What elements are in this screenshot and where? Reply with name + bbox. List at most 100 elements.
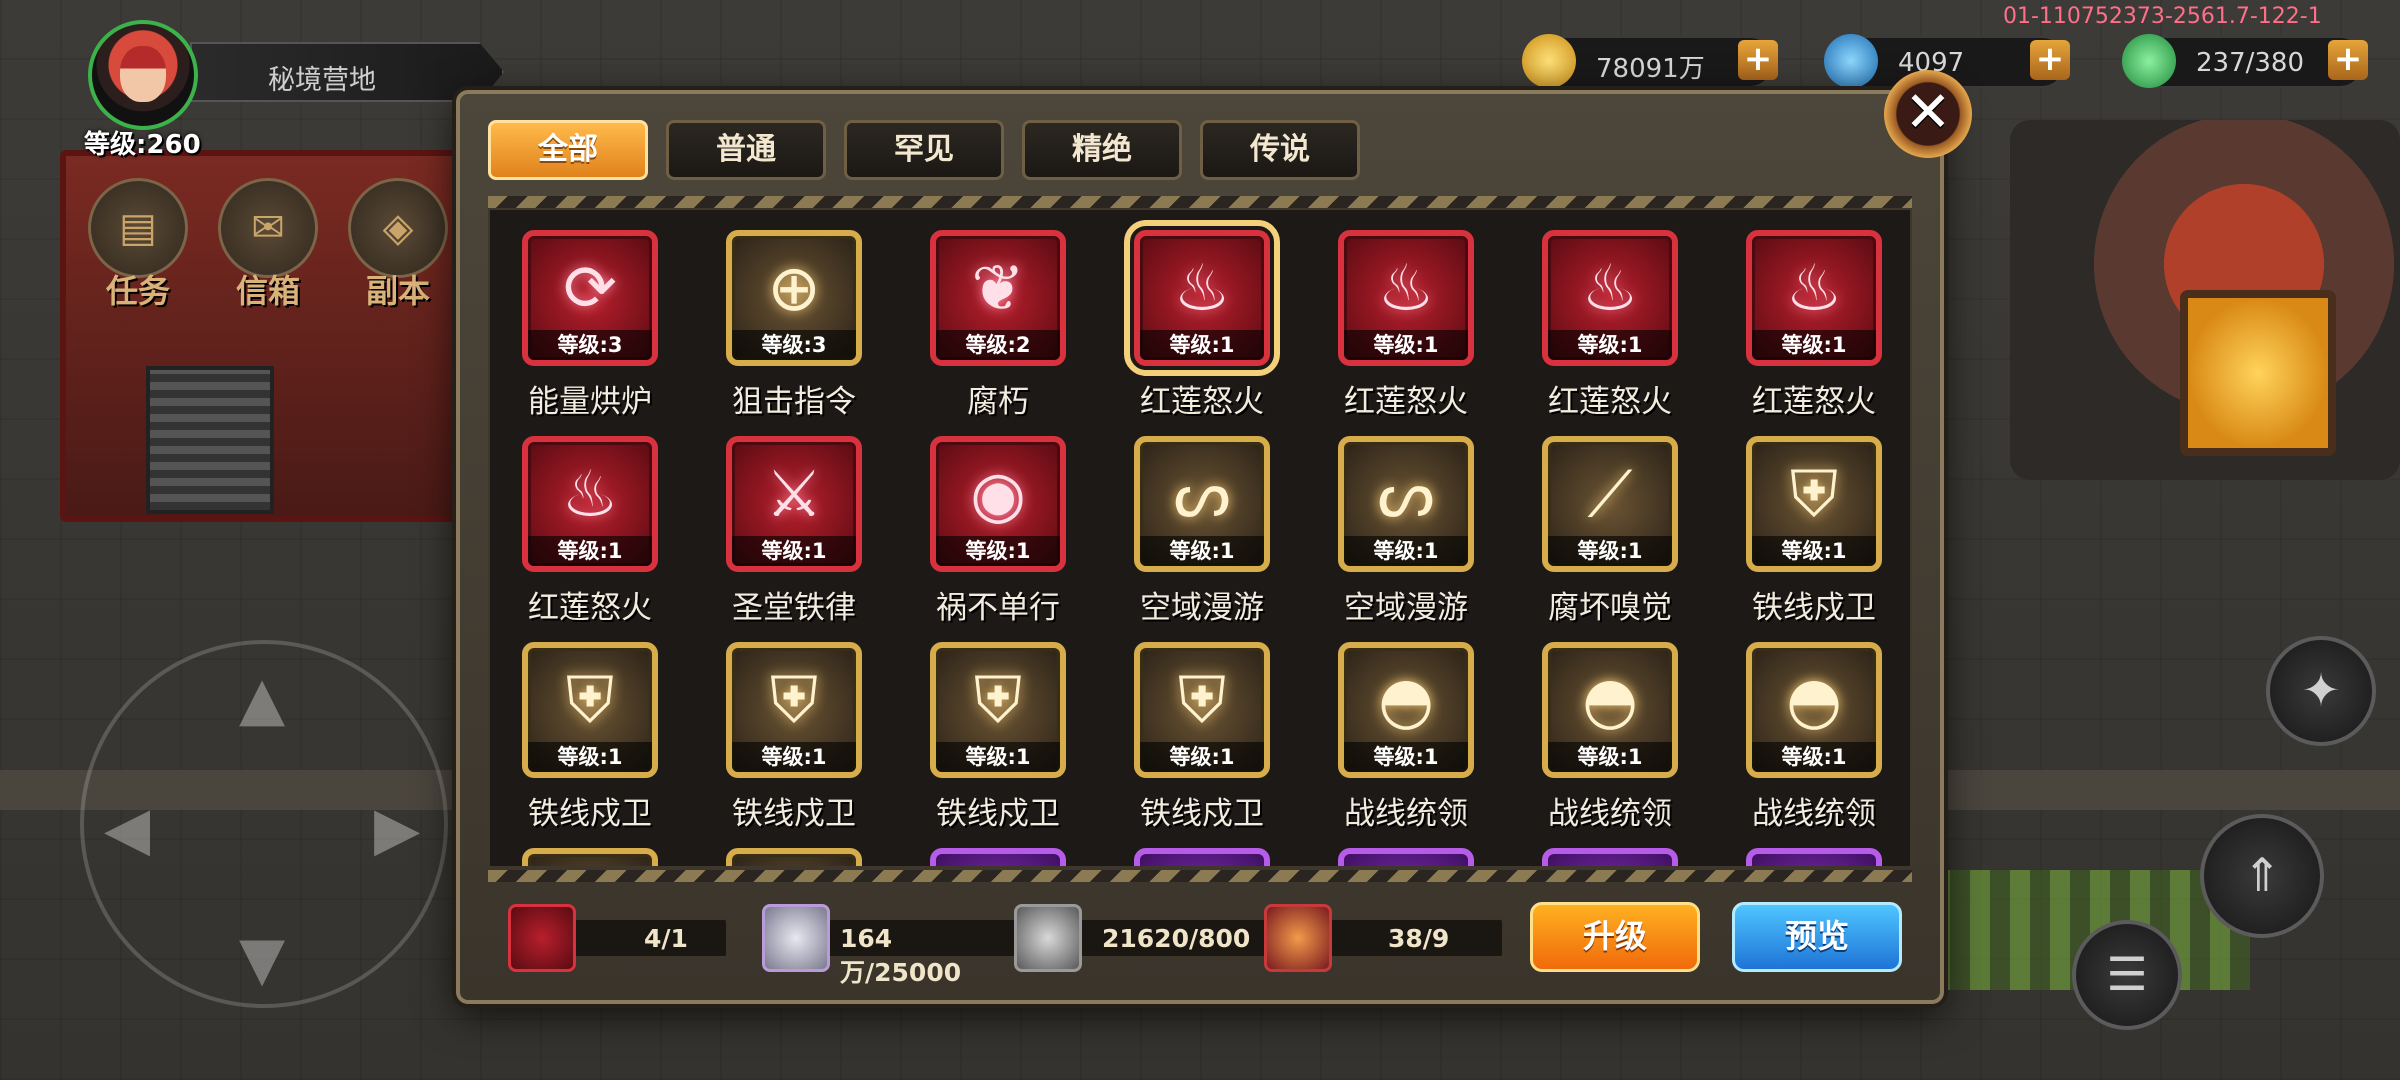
skill-card[interactable]: ✦	[502, 828, 672, 866]
skill-card[interactable]: ⟳ 等级:3 能量烘炉	[502, 210, 672, 420]
energy-furnace-icon: ⟳ 等级:3	[522, 230, 658, 366]
skill-card[interactable]: ⛨ 等级:1 铁线戍卫	[706, 622, 876, 832]
tab-rare[interactable]: 罕见	[844, 120, 1004, 180]
skill-card[interactable]: ⛨ 等级:1 铁线戍卫	[502, 622, 672, 832]
hazard-stripe-top	[488, 196, 1912, 208]
skill-glyph: ᔕ	[1173, 458, 1231, 532]
resource-lotus-value: 4/1	[644, 924, 688, 953]
red-lotus-icon: ♨ 等级:1	[1746, 230, 1882, 366]
skill-name: 空域漫游	[1344, 590, 1468, 626]
skill-card[interactable]: ◓ 等级:1 战线统领	[1726, 622, 1896, 832]
skill-card[interactable]: ᔕ 等级:1 空域漫游	[1318, 416, 1488, 626]
stamina-value: 237/380	[2196, 48, 2305, 78]
skill-card[interactable]: ⚔ 等级:1 圣堂铁律	[706, 416, 876, 626]
virtual-joystick[interactable]: ▲ ▼ ◀ ▶	[80, 640, 448, 1008]
commander-helmet-icon: ◓ 等级:1	[1338, 642, 1474, 778]
red-lotus-icon: ♨ 等级:1	[1338, 230, 1474, 366]
blue-diamond-icon	[1824, 34, 1878, 88]
build-id: 01-110752373-2561.7-122-1	[2003, 4, 2322, 29]
skill-card[interactable]: ✦	[1318, 828, 1488, 866]
skill-card[interactable]: ᔕ 等级:1 空域漫游	[1114, 416, 1284, 626]
skill-card[interactable]: ◓ 等级:1 战线统领	[1318, 622, 1488, 832]
red-lotus-icon	[508, 904, 576, 972]
tab-all[interactable]: 全部	[488, 120, 648, 180]
skill-card[interactable]: ✦	[1114, 828, 1284, 866]
skill-name: 腐坏嗅觉	[1548, 590, 1672, 626]
red-lotus-icon: ♨ 等级:1	[522, 436, 658, 572]
skill-card[interactable]: ⊕ 等级:3 狙击指令	[706, 210, 876, 420]
skill-name: 铁线戍卫	[732, 796, 856, 832]
skill-card[interactable]: ♨ 等级:1 红莲怒火	[1522, 210, 1692, 420]
add-stamina-button[interactable]: +	[2328, 40, 2368, 80]
tab-epic[interactable]: 精绝	[1022, 120, 1182, 180]
skill-card[interactable]: ♨ 等级:1 红莲怒火	[1726, 210, 1896, 420]
skill-icon: ✦	[522, 848, 658, 866]
arrow-right-icon: ▶	[374, 794, 421, 864]
skill-name: 红莲怒火	[1548, 384, 1672, 420]
grass-fence	[1890, 870, 2250, 990]
skill-glyph: ♨	[1785, 252, 1843, 326]
skill-action-button[interactable]: ✦	[2266, 636, 2376, 746]
hud-menu: ▤ 任务 ✉ 信箱 ◈ 副本	[88, 178, 458, 318]
close-button[interactable]: ✕	[1884, 70, 1972, 158]
task-button[interactable]: ▤	[88, 178, 188, 278]
add-gold-button[interactable]: +	[1738, 40, 1778, 80]
skill-name: 红莲怒火	[528, 590, 652, 626]
swirl-icon: ᔕ 等级:1	[1134, 436, 1270, 572]
menu-button[interactable]: ☰	[2072, 920, 2182, 1030]
skill-card[interactable]: ✦	[910, 828, 1080, 866]
player-avatar[interactable]	[88, 20, 198, 130]
mailbox-button[interactable]: ✉	[218, 178, 318, 278]
withered-tree-icon: ❦ 等级:2	[930, 230, 1066, 366]
skill-card[interactable]: ⛨ 等级:1 铁线戍卫	[1726, 416, 1896, 626]
player-level: 等级:260	[84, 130, 201, 160]
skill-level-badge: 等级:1	[936, 536, 1060, 566]
skill-glyph: ◉	[970, 458, 1026, 532]
skill-card[interactable]: ⛨ 等级:1 铁线戍卫	[1114, 622, 1284, 832]
jump-button[interactable]: ⇑	[2200, 814, 2324, 938]
skill-glyph: ◓	[1786, 664, 1842, 738]
holy-blade-icon: ⚔ 等级:1	[726, 436, 862, 572]
glowing-generator	[2180, 290, 2336, 456]
skill-level-badge: 等级:1	[1140, 742, 1264, 772]
skill-level-badge: 等级:1	[936, 742, 1060, 772]
shield-icon: ⛨ 等级:1	[1746, 436, 1882, 572]
skill-card[interactable]: ♨ 等级:1 红莲怒火	[1318, 210, 1488, 420]
skill-name: 铁线戍卫	[1752, 590, 1876, 626]
resource-silver: 164万/25000	[762, 904, 1062, 987]
arrow-left-icon: ◀	[104, 794, 151, 864]
upgrade-button[interactable]: 升级	[1530, 902, 1700, 972]
skill-level-badge: 等级:1	[528, 536, 652, 566]
skill-card[interactable]: ❦ 等级:2 腐朽	[910, 210, 1080, 420]
skill-card[interactable]: ♨ 等级:1 红莲怒火	[502, 416, 672, 626]
resource-metal-value: 21620/800	[1102, 924, 1251, 953]
skill-card[interactable]: ⛨ 等级:1 铁线戍卫	[910, 622, 1080, 832]
metal-plate-icon	[1014, 904, 1082, 972]
skill-card[interactable]: ✦	[1522, 828, 1692, 866]
skill-card[interactable]: ⟋ 等级:1 腐坏嗅觉	[1522, 416, 1692, 626]
skill-name: 狙击指令	[732, 384, 856, 420]
skill-glyph: ◓	[1378, 664, 1434, 738]
tab-common[interactable]: 普通	[666, 120, 826, 180]
skill-glyph: ◓	[1582, 664, 1638, 738]
shield-icon: ⛨ 等级:1	[522, 642, 658, 778]
skill-card[interactable]: ✦	[1726, 828, 1896, 866]
green-gem-icon	[2122, 34, 2176, 88]
skill-icon: ✦	[1338, 848, 1474, 866]
skill-name: 战线统领	[1548, 796, 1672, 832]
tab-legendary[interactable]: 传说	[1200, 120, 1360, 180]
skill-grid[interactable]: ⟳ 等级:3 能量烘炉 ⊕ 等级:3 狙击指令 ❦ 等级:2 腐朽 ♨ 等级:1 红莲怒火 ♨ 等级:1 红…	[488, 208, 1912, 868]
skill-level-badge: 等级:1	[732, 742, 856, 772]
skill-card[interactable]: ♨ 等级:1 红莲怒火	[1114, 210, 1284, 420]
shield-icon: ⛨ 等级:1	[1134, 642, 1270, 778]
skill-level-badge: 等级:1	[1752, 330, 1876, 360]
skill-card[interactable]: ◉ 等级:1 祸不单行	[910, 416, 1080, 626]
add-diamond-button[interactable]: +	[2030, 40, 2070, 80]
skill-level-badge: 等级:1	[1752, 536, 1876, 566]
skill-card[interactable]: ◓ 等级:1 战线统领	[1522, 622, 1692, 832]
skill-card[interactable]: ✦	[706, 828, 876, 866]
preview-button[interactable]: 预览	[1732, 902, 1902, 972]
dungeon-button[interactable]: ◈	[348, 178, 448, 278]
skill-glyph: ⟋	[1587, 458, 1633, 532]
skill-level-badge: 等级:1	[1140, 330, 1264, 360]
